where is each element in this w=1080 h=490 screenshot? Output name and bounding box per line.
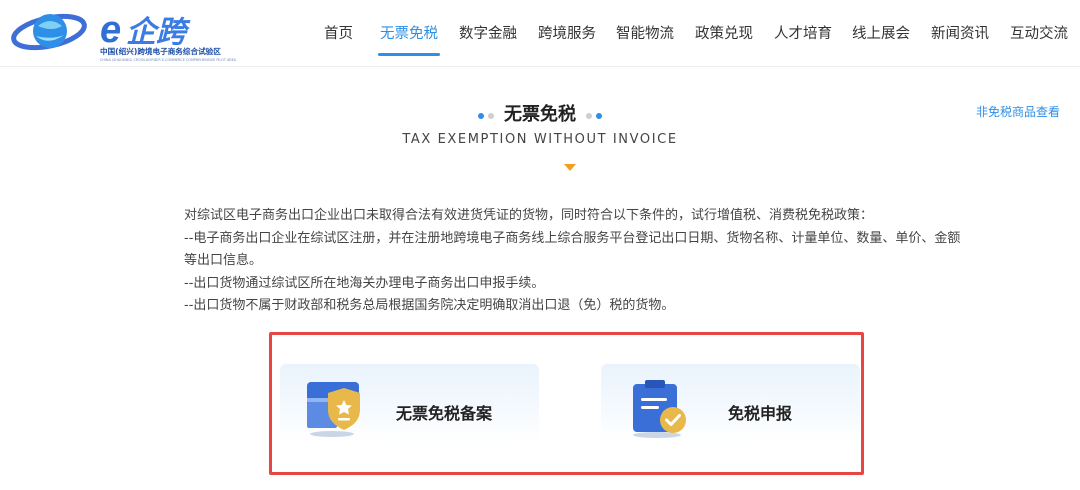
description-condition-1: --电子商务出口企业在综试区注册，并在注册地跨境电子商务线上综合服务平台登记出口… xyxy=(184,230,961,269)
description-intro: 对综试区电子商务出口企业出口未取得合法有效进货凭证的货物，同时符合以下条件的，试… xyxy=(184,208,874,223)
declaration-card-label: 免税申报 xyxy=(728,404,793,423)
section-title: 无票免税 xyxy=(504,104,576,125)
svg-text:e: e xyxy=(100,9,121,51)
description-condition-3: --出口货物不属于财政部和税务总局根据国务院决定明确取消出口退（免）税的货物。 xyxy=(184,298,675,313)
top-header: e 企跨 中国(绍兴)跨境电子商务综合试验区 CHINA (SHAOXING) … xyxy=(0,0,1080,67)
policy-description: 对综试区电子商务出口企业出口未取得合法有效进货凭证的货物，同时符合以下条件的，试… xyxy=(184,205,964,318)
declaration-card[interactable]: 免税申报 xyxy=(601,364,860,442)
nav-item-digital-finance[interactable]: 数字金融 xyxy=(459,22,517,43)
nav-item-news[interactable]: 新闻资讯 xyxy=(931,22,989,43)
nav-item-tax-exemption[interactable]: 无票免税 xyxy=(380,22,438,43)
site-logo[interactable]: e 企跨 中国(绍兴)跨境电子商务综合试验区 CHINA (SHAOXING) … xyxy=(4,2,264,64)
svg-text:中国(绍兴)跨境电子商务综合试验区: 中国(绍兴)跨境电子商务综合试验区 xyxy=(100,46,221,56)
svg-text:CHINA (SHAOXING) CROSS-BORDER: CHINA (SHAOXING) CROSS-BORDER E-COMMERCE… xyxy=(100,58,237,62)
shield-icon xyxy=(304,378,364,438)
active-nav-indicator xyxy=(378,53,440,56)
section-heading: 无票免税 xyxy=(0,100,1080,126)
nav-item-online-exhibition[interactable]: 线上展会 xyxy=(852,22,910,43)
nav-item-talent-training[interactable]: 人才培育 xyxy=(774,22,832,43)
nav-item-home[interactable]: 首页 xyxy=(324,22,353,43)
nav-item-policy-fulfillment[interactable]: 政策兑现 xyxy=(695,22,753,43)
filing-card[interactable]: 无票免税备案 xyxy=(280,364,539,442)
nav-item-interaction[interactable]: 互动交流 xyxy=(1010,22,1068,43)
nav-item-smart-logistics[interactable]: 智能物流 xyxy=(616,22,674,43)
down-arrow-icon xyxy=(564,164,576,171)
left-dots-decoration xyxy=(476,105,496,126)
clipboard-check-icon xyxy=(629,378,691,440)
description-condition-2: --出口货物通过综试区所在地海关办理电子商务出口申报手续。 xyxy=(184,275,545,291)
nav-item-cross-border-services[interactable]: 跨境服务 xyxy=(538,22,596,43)
right-dots-decoration xyxy=(584,105,604,126)
filing-card-label: 无票免税备案 xyxy=(396,404,493,423)
section-subtitle: TAX EXEMPTION WITHOUT INVOICE xyxy=(402,132,678,147)
non-exempt-goods-link[interactable]: 非免税商品查看 xyxy=(976,103,1060,120)
svg-text:企跨: 企跨 xyxy=(126,15,191,50)
